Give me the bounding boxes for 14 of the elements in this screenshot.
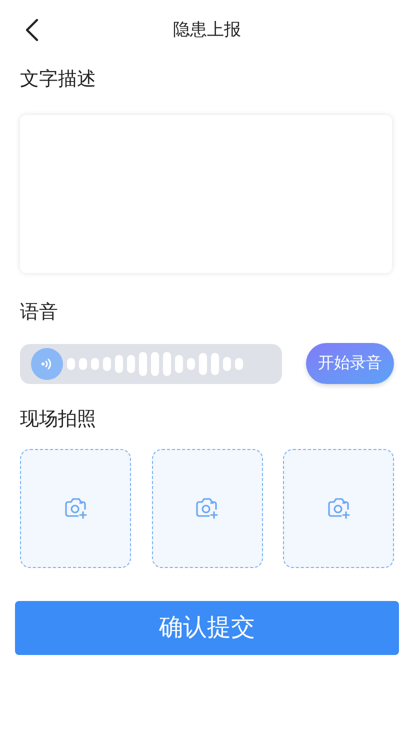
section-label: 文字描述: [20, 68, 96, 92]
section-label: 现场拍照: [20, 408, 96, 432]
voice-track[interactable]: [20, 344, 282, 384]
speaker-icon: [31, 348, 63, 380]
record-button[interactable]: 开始录音: [306, 343, 394, 384]
add-photo-button[interactable]: [20, 448, 131, 568]
camera-add-icon: [195, 497, 219, 519]
camera-add-icon: [64, 497, 88, 519]
section-label: 语音: [20, 300, 58, 324]
camera-add-icon: [326, 497, 350, 519]
page-title: 隐患上报: [173, 19, 241, 42]
add-photo-button[interactable]: [283, 448, 394, 568]
submit-button[interactable]: 确认提交: [15, 600, 399, 654]
add-photo-button[interactable]: [152, 448, 262, 568]
